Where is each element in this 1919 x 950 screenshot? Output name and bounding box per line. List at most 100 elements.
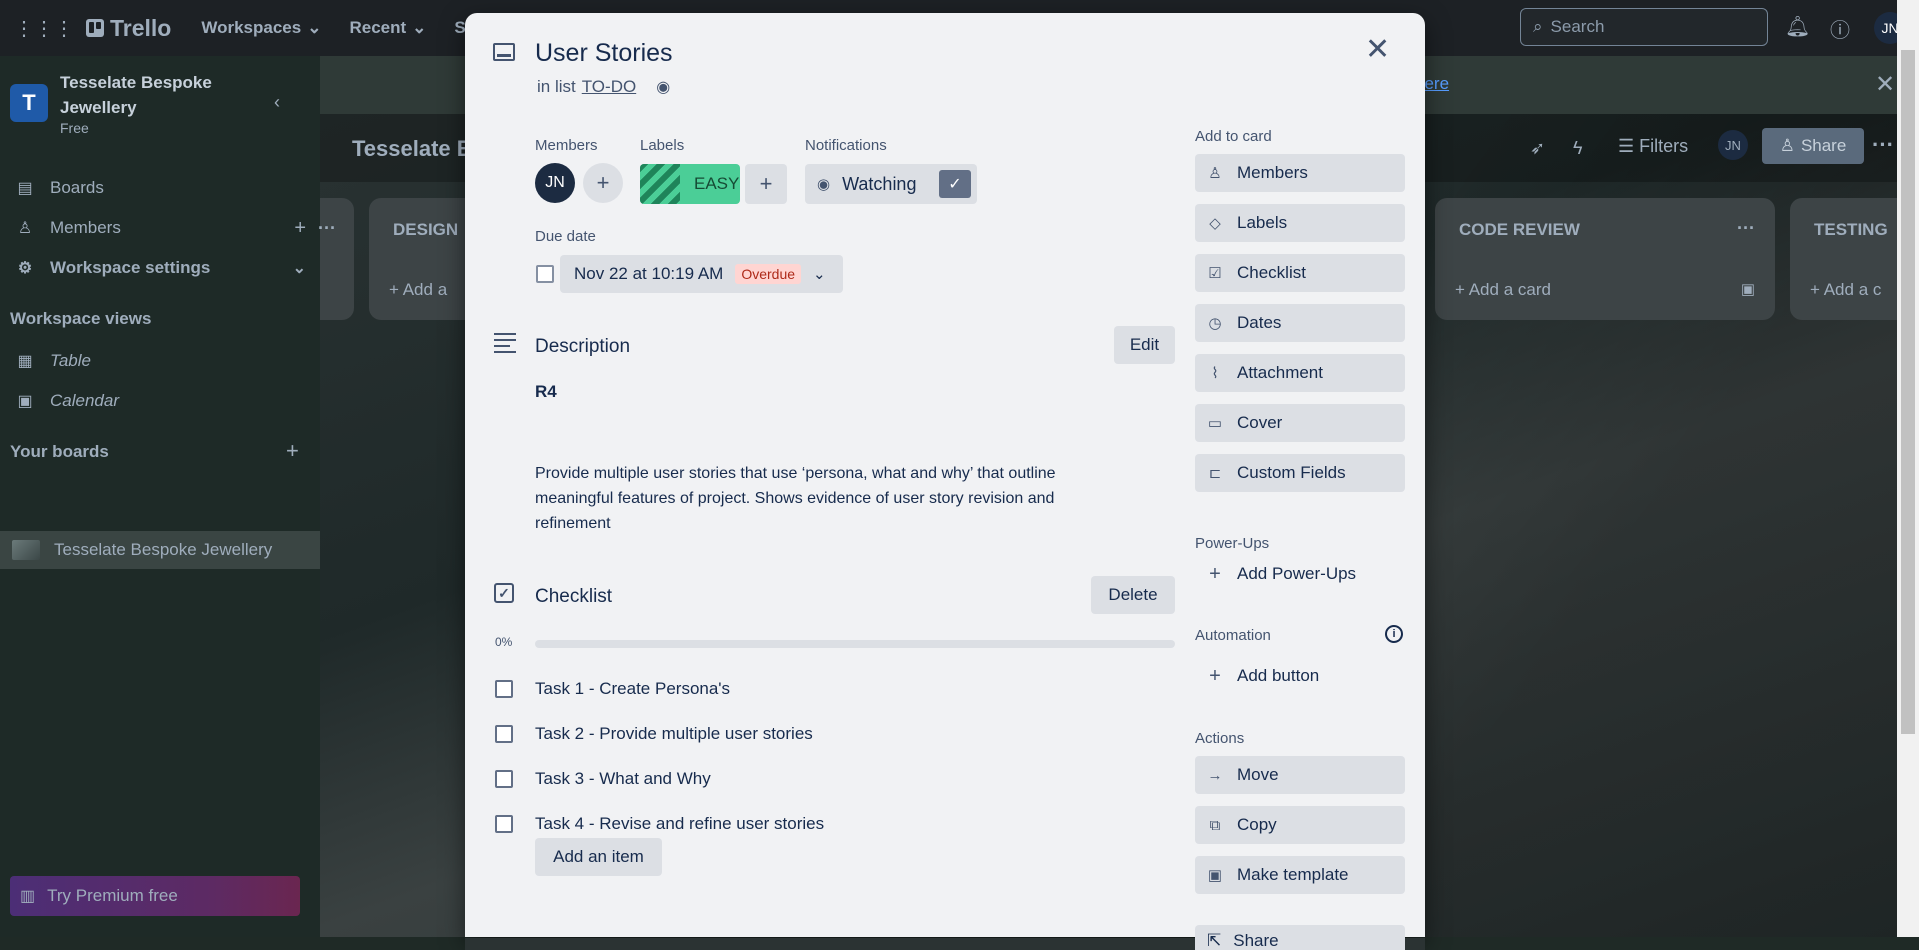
description-text[interactable]: Provide multiple user stories that use ‘… (535, 461, 1105, 536)
side-button-label: Move (1237, 765, 1279, 784)
notifications-bell-icon[interactable]: 🔔︎ (1785, 14, 1810, 39)
sidebar-item-members[interactable]: ♙ Members + (0, 210, 320, 246)
add-power-ups-label: Add Power-Ups (1237, 564, 1357, 583)
checklist-item-checkbox[interactable] (495, 815, 513, 833)
copy-card-button[interactable]: ⧉ Copy (1195, 806, 1405, 844)
lightning-icon[interactable]: ϟ (1573, 138, 1583, 159)
list-title[interactable]: DESIGN (393, 220, 458, 240)
filters-button[interactable]: ☰ Filters (1618, 136, 1688, 157)
watching-button[interactable]: ◉ Watching ✓ (805, 164, 977, 204)
add-label-button[interactable]: + (745, 164, 787, 204)
add-member-button[interactable]: + (583, 163, 623, 203)
card-template-icon[interactable]: ▣ (1741, 280, 1755, 298)
search-input[interactable]: ⌕ Search (1520, 8, 1768, 46)
close-icon[interactable]: ✕ (1365, 35, 1390, 65)
move-card-button[interactable]: → Move (1195, 756, 1405, 794)
checklist-item-text[interactable]: Task 2 - Provide multiple user stories (535, 724, 813, 744)
side-button-label: Make template (1237, 865, 1349, 884)
share-board-button[interactable]: ♙ Share (1762, 128, 1864, 164)
custom-fields-icon: ⊏ (1208, 465, 1222, 482)
add-card-button[interactable]: + Add a card (1455, 280, 1551, 300)
add-member-icon[interactable]: + (294, 217, 306, 240)
sidebar-item-table[interactable]: ▦ Table (0, 343, 320, 379)
card-detail-modal: User Stories in list TO-DO ◉ ✕ Members J… (465, 13, 1425, 950)
sidebar-item-label: Members (50, 218, 121, 237)
filters-label: Filters (1639, 136, 1689, 156)
actions-label: Actions (1195, 730, 1245, 747)
gear-icon: ⚙ (17, 260, 33, 277)
list-link[interactable]: TO-DO (582, 77, 636, 97)
workspace-name[interactable]: Tesselate Bespoke Jewellery (60, 70, 250, 120)
workspace-header: T Tesselate Bespoke Jewellery Free ‹ (0, 56, 320, 156)
app-switcher-icon[interactable]: ⋮⋮⋮ (14, 16, 74, 41)
description-icon (494, 333, 516, 357)
rocket-icon[interactable]: ➶ (1530, 138, 1545, 159)
add-attachment-button[interactable]: ⌇ Attachment (1195, 354, 1405, 392)
add-checklist-item-button[interactable]: Add an item (535, 838, 662, 876)
close-banner-icon[interactable]: ✕ (1875, 70, 1895, 99)
add-checklist-button[interactable]: ☑ Checklist (1195, 254, 1405, 292)
list-menu-icon[interactable]: ··· (318, 218, 336, 239)
trello-logo-text: Trello (110, 14, 172, 41)
checklist-icon: ✓ (494, 583, 514, 603)
checklist-item-checkbox[interactable] (495, 680, 513, 698)
list-title[interactable]: CODE REVIEW (1459, 220, 1580, 240)
list-menu-icon[interactable]: ··· (1737, 218, 1755, 239)
checklist-item-checkbox[interactable] (495, 770, 513, 788)
sidebar-board-item[interactable]: Tesselate Bespoke Jewellery (0, 531, 320, 569)
checklist-item-text[interactable]: Task 4 - Revise and refine user stories (535, 814, 824, 834)
recent-menu[interactable]: Recent ⌄ (349, 18, 426, 38)
custom-fields-button[interactable]: ⊏ Custom Fields (1195, 454, 1405, 492)
add-members-button[interactable]: ♙ Members (1195, 154, 1405, 192)
workspace-avatar: T (10, 84, 48, 122)
add-board-icon[interactable]: + (286, 438, 299, 464)
add-dates-button[interactable]: ◷ Dates (1195, 304, 1405, 342)
automation-label: Automation (1195, 627, 1271, 644)
board-member-avatar[interactable]: JN (1718, 130, 1748, 160)
sidebar-item-workspace-settings[interactable]: ⚙ Workspace settings ⌄ (0, 250, 320, 286)
add-power-ups-button[interactable]: + Add Power-Ups (1195, 555, 1405, 593)
more-options-icon[interactable]: ··· (1872, 132, 1894, 158)
list-title[interactable]: TESTING (1814, 220, 1888, 240)
try-premium-button[interactable]: ▥ Try Premium free (10, 876, 300, 916)
card-title[interactable]: User Stories (535, 39, 673, 68)
side-button-label: Labels (1237, 213, 1288, 232)
checklist-progress-bar (535, 640, 1175, 648)
share-card-button[interactable]: ⇱ Share (1195, 925, 1405, 950)
add-cover-button[interactable]: ▭ Cover (1195, 404, 1405, 442)
checklist-item-checkbox[interactable] (495, 725, 513, 743)
delete-checklist-button[interactable]: Delete (1091, 576, 1175, 614)
workspaces-menu[interactable]: Workspaces ⌄ (201, 18, 321, 38)
sidebar-item-boards[interactable]: ▤ Boards (0, 170, 320, 206)
sidebar-item-calendar[interactable]: ▣ Calendar (0, 383, 320, 419)
label-easy[interactable]: EASY (640, 164, 740, 204)
plus-icon: + (596, 170, 610, 195)
edit-description-button[interactable]: Edit (1114, 326, 1175, 364)
power-ups-label: Power-Ups (1195, 535, 1270, 552)
collapse-sidebar-icon[interactable]: ‹ (274, 92, 280, 113)
due-date-button[interactable]: Nov 22 at 10:19 AM Overdue ⌄ (560, 255, 843, 293)
checklist-item[interactable]: Task 1 - Create Persona's (495, 671, 1145, 707)
page-scrollbar[interactable] (1897, 0, 1919, 937)
checklist-item[interactable]: Task 2 - Provide multiple user stories (495, 716, 1145, 752)
trello-logo[interactable]: Trello (86, 15, 171, 42)
board-title[interactable]: Tesselate B (352, 136, 473, 162)
checklist-item[interactable]: Task 4 - Revise and refine user stories (495, 806, 1145, 842)
add-card-button[interactable]: + Add a (389, 280, 447, 300)
checklist-item[interactable]: Task 3 - What and Why (495, 761, 1145, 797)
checklist-item-text[interactable]: Task 3 - What and Why (535, 769, 711, 789)
add-automation-button[interactable]: + Add button (1195, 657, 1405, 695)
tag-icon: ◇ (1209, 215, 1221, 232)
member-avatar[interactable]: JN (535, 163, 575, 203)
checklist-item-text[interactable]: Task 1 - Create Persona's (535, 679, 730, 699)
notifications-label: Notifications (805, 137, 887, 154)
scrollbar-thumb[interactable] (1901, 50, 1915, 734)
make-template-button[interactable]: ▣ Make template (1195, 856, 1405, 894)
info-icon[interactable]: i (1385, 625, 1403, 643)
chevron-down-icon[interactable]: ⌄ (293, 258, 306, 278)
help-icon[interactable]: ⓘ (1830, 14, 1850, 43)
add-labels-button[interactable]: ◇ Labels (1195, 204, 1405, 242)
workspace-plan: Free (60, 120, 89, 136)
add-card-button[interactable]: + Add a c (1810, 280, 1881, 300)
due-date-checkbox[interactable] (536, 265, 554, 283)
